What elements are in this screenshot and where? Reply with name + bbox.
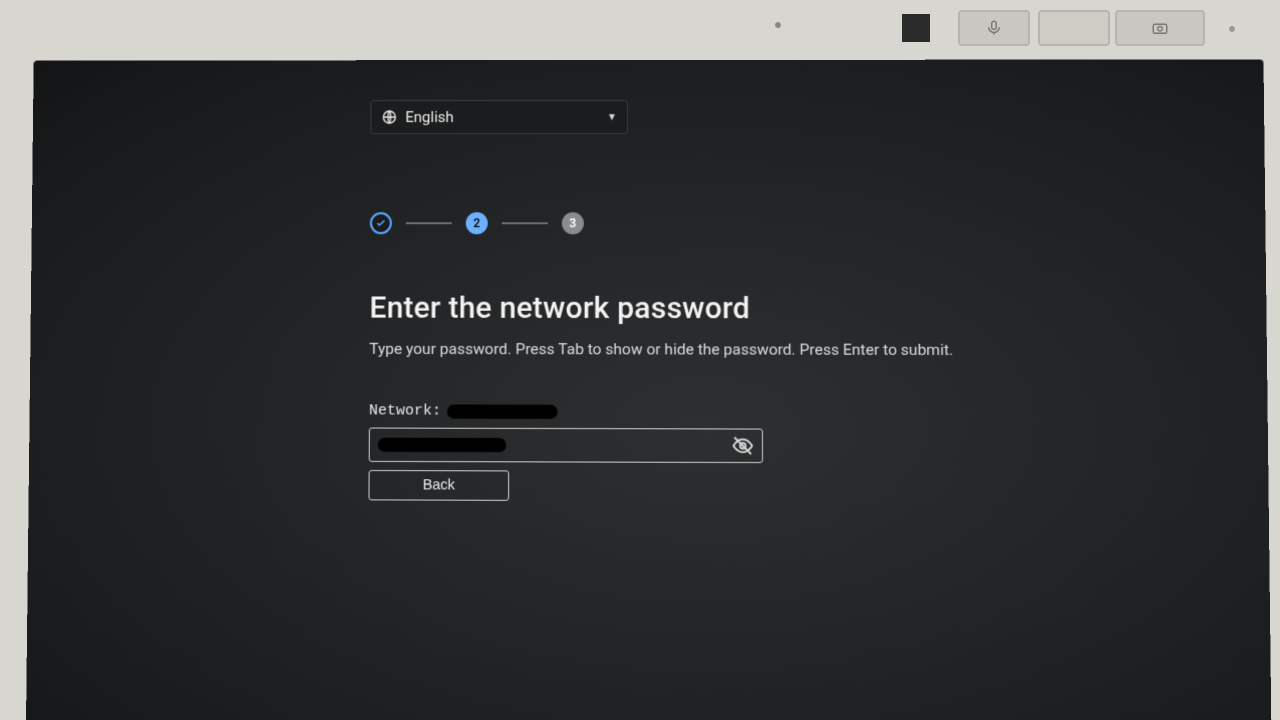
step-2-active: 2 (466, 212, 488, 234)
hardware-mic-switch (958, 10, 1030, 46)
check-icon (375, 217, 387, 229)
camera-dot (775, 22, 781, 28)
network-name-redacted (447, 404, 557, 418)
language-selector[interactable]: English ▼ (370, 100, 628, 134)
network-label: Network: (369, 402, 441, 419)
status-led (1229, 26, 1235, 32)
step-connector (502, 222, 548, 224)
laptop-bezel: English ▼ 2 3 Enter the network password… (0, 0, 1280, 720)
back-button[interactable]: Back (368, 470, 509, 501)
step-connector (406, 222, 452, 224)
hardware-camera-switch (1115, 10, 1205, 46)
globe-icon (381, 109, 397, 125)
progress-stepper: 2 3 (370, 212, 992, 235)
password-value-redacted (378, 438, 506, 453)
content-column: English ▼ 2 3 Enter the network password… (368, 100, 994, 503)
page-title: Enter the network password (369, 290, 992, 326)
password-input[interactable] (514, 437, 723, 454)
screen: English ▼ 2 3 Enter the network password… (26, 59, 1271, 720)
hardware-privacy-shutter (1038, 10, 1110, 46)
eye-off-icon[interactable] (732, 435, 754, 457)
network-label-row: Network: (369, 402, 994, 421)
step-2-label: 2 (473, 216, 480, 230)
step-3-label: 3 (569, 216, 576, 230)
step-1-done (370, 212, 392, 234)
sensor-square (902, 14, 930, 42)
chevron-down-icon: ▼ (607, 112, 617, 123)
page-subtitle: Type your password. Press Tab to show or… (369, 340, 993, 359)
language-label: English (405, 108, 453, 126)
password-field[interactable] (369, 428, 763, 464)
step-3-pending: 3 (562, 212, 584, 234)
